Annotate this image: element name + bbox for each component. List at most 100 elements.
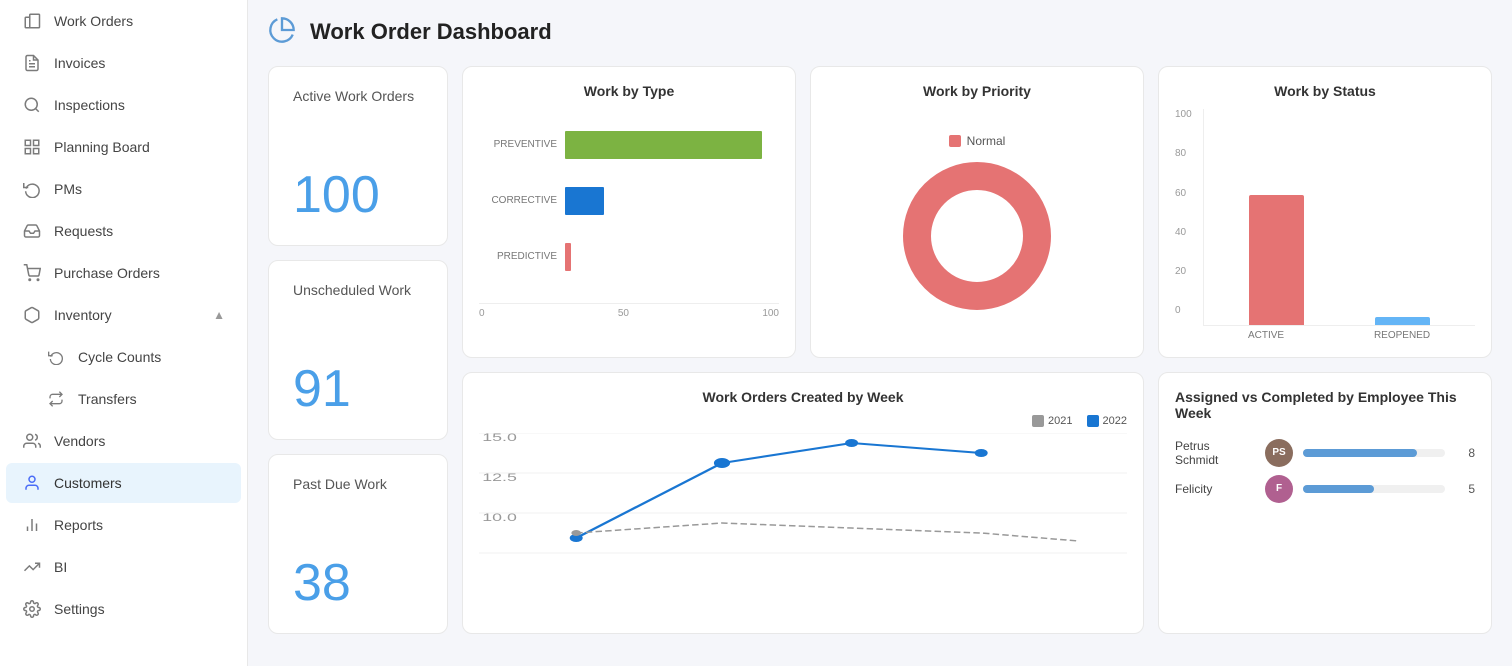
bi-icon: [22, 557, 42, 577]
sidebar-item-transfers[interactable]: Transfers: [6, 379, 241, 419]
bar-fill-preventive: [565, 131, 762, 159]
sidebar-item-vendors[interactable]: Vendors: [6, 421, 241, 461]
work-by-week-card: Work Orders Created by Week 2021 2022: [462, 372, 1144, 635]
sidebar-item-settings[interactable]: Settings: [6, 589, 241, 629]
bar-row-preventive: PREVENTIVE: [479, 131, 779, 159]
avatar-1: F: [1265, 475, 1293, 503]
invoices-icon: [22, 53, 42, 73]
sidebar-item-planning-board[interactable]: Planning Board: [6, 127, 241, 167]
sidebar-label-pms: PMs: [54, 181, 82, 197]
settings-icon: [22, 599, 42, 619]
svg-text:15.0: 15.0: [482, 433, 517, 444]
bar-label-predictive: PREDICTIVE: [479, 251, 557, 262]
work-by-priority-card: Work by Priority Normal: [810, 66, 1144, 358]
sidebar-label-vendors: Vendors: [54, 433, 105, 449]
line-chart-area: 15.0 12.5 10.0: [479, 433, 1127, 618]
bar-row-corrective: CORRECTIVE: [479, 187, 779, 215]
work-by-priority-chart: Normal: [827, 109, 1127, 341]
priority-legend: Normal: [949, 134, 1006, 148]
sidebar-label-invoices: Invoices: [54, 55, 105, 71]
normal-legend-dot: [949, 135, 961, 147]
cycle-counts-icon: [46, 347, 66, 367]
svg-text:12.5: 12.5: [482, 472, 517, 484]
work-by-type-card: Work by Type PREVENTIVE CORRECTIVE: [462, 66, 796, 358]
status-bar-reopened: [1375, 317, 1430, 325]
legend-label-2022: 2022: [1103, 415, 1127, 427]
sidebar-item-reports[interactable]: Reports: [6, 505, 241, 545]
sidebar-item-inspections[interactable]: Inspections: [6, 85, 241, 125]
status-y-axis: 100 80 60 40 20 0: [1175, 109, 1199, 317]
customers-icon: [22, 473, 42, 493]
bar-fill-predictive: [565, 243, 571, 271]
work-by-week-title: Work Orders Created by Week: [479, 389, 1127, 405]
normal-legend-label: Normal: [967, 134, 1006, 148]
emp-bar-track-1: [1303, 485, 1445, 493]
active-work-orders-card: Active Work Orders 100: [268, 66, 448, 246]
work-orders-icon: [22, 11, 42, 31]
dashboard-icon: [268, 16, 300, 48]
inspections-icon: [22, 95, 42, 115]
assigned-completed-title: Assigned vs Completed by Employee This W…: [1175, 389, 1475, 421]
employee-name-0: PetrusSchmidt: [1175, 439, 1255, 467]
sidebar-label-customers: Customers: [54, 475, 122, 491]
inventory-icon: [22, 305, 42, 325]
sidebar-label-reports: Reports: [54, 517, 103, 533]
sidebar-item-customers[interactable]: Customers: [6, 463, 241, 503]
employee-row-0: PetrusSchmidt PS 8: [1175, 439, 1475, 467]
work-by-type-axis: 0 50 100: [479, 303, 779, 319]
requests-icon: [22, 221, 42, 241]
work-by-type-chart: PREVENTIVE CORRECTIVE PREDICTIVE: [479, 109, 779, 341]
sidebar-item-inventory[interactable]: Inventory ▲: [6, 295, 241, 335]
sidebar-item-work-orders[interactable]: Work Orders: [6, 1, 241, 41]
page-header: Work Order Dashboard: [268, 16, 1492, 48]
sidebar-label-settings: Settings: [54, 601, 105, 617]
legend-dot-2022: [1087, 415, 1099, 427]
svg-text:10.0: 10.0: [482, 512, 517, 524]
work-by-status-title: Work by Status: [1175, 83, 1475, 99]
emp-bar-track-0: [1303, 449, 1445, 457]
sidebar-label-transfers: Transfers: [78, 391, 137, 407]
sidebar-item-bi[interactable]: BI: [6, 547, 241, 587]
emp-bar-fill-0: [1303, 449, 1417, 457]
past-due-card: Past Due Work 38: [268, 454, 448, 634]
status-bar-group-active: [1249, 195, 1304, 325]
legend-label-2021: 2021: [1048, 415, 1072, 427]
bar-label-preventive: PREVENTIVE: [479, 139, 557, 150]
active-label: Active Work Orders: [293, 87, 423, 105]
sidebar: Work Orders Invoices Inspections Plannin…: [0, 0, 248, 666]
sidebar-item-pms[interactable]: PMs: [6, 169, 241, 209]
active-value: 100: [293, 165, 423, 225]
sidebar-label-work-orders: Work Orders: [54, 13, 133, 29]
bar-row-predictive: PREDICTIVE: [479, 243, 779, 271]
sidebar-item-requests[interactable]: Requests: [6, 211, 241, 251]
status-bars-area: [1203, 109, 1475, 326]
sidebar-label-bi: BI: [54, 559, 67, 575]
page-title: Work Order Dashboard: [310, 19, 552, 45]
emp-count-0: 8: [1455, 446, 1475, 460]
reports-icon: [22, 515, 42, 535]
main-content: Work Order Dashboard Active Work Orders …: [248, 0, 1512, 666]
avatar-0: PS: [1265, 439, 1293, 467]
bar-label-corrective: CORRECTIVE: [479, 195, 557, 206]
sidebar-label-planning-board: Planning Board: [54, 139, 150, 155]
sidebar-label-cycle-counts: Cycle Counts: [78, 349, 161, 365]
week-legend: 2021 2022: [479, 415, 1127, 427]
unscheduled-work-card: Unscheduled Work 91: [268, 260, 448, 440]
status-bar-group-reopened: [1375, 317, 1430, 325]
sidebar-label-purchase-orders: Purchase Orders: [54, 265, 160, 281]
purchase-orders-icon: [22, 263, 42, 283]
vendors-icon: [22, 431, 42, 451]
transfers-icon: [46, 389, 66, 409]
legend-2022: 2022: [1087, 415, 1127, 427]
unscheduled-label: Unscheduled Work: [293, 281, 423, 299]
status-label-active: ACTIVE: [1248, 330, 1284, 341]
sidebar-label-requests: Requests: [54, 223, 113, 239]
sidebar-item-invoices[interactable]: Invoices: [6, 43, 241, 83]
status-x-axis: ACTIVE REOPENED: [1203, 326, 1475, 341]
employee-list: PetrusSchmidt PS 8 Felicity F 5: [1175, 439, 1475, 503]
emp-count-1: 5: [1455, 482, 1475, 496]
bar-fill-corrective: [565, 187, 604, 215]
sidebar-item-purchase-orders[interactable]: Purchase Orders: [6, 253, 241, 293]
sidebar-item-cycle-counts[interactable]: Cycle Counts: [6, 337, 241, 377]
unscheduled-value: 91: [293, 359, 423, 419]
